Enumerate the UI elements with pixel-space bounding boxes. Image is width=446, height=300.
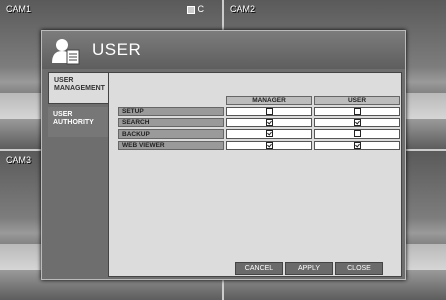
- search-user-checkbox-cell[interactable]: [314, 118, 400, 128]
- backup-manager-checkbox-cell[interactable]: [226, 129, 312, 139]
- cancel-button[interactable]: CANCEL: [235, 262, 283, 275]
- record-square-icon: [186, 5, 195, 14]
- user-icon: [52, 39, 80, 65]
- setup-manager-checkbox-cell[interactable]: [226, 107, 312, 117]
- column-header-user: USER: [314, 96, 400, 105]
- tab-user-management[interactable]: USER MANAGEMENT: [48, 72, 108, 104]
- camera-label: CAM1: [6, 4, 32, 14]
- row-label: SEARCH: [118, 118, 224, 128]
- search-manager-checkbox-cell[interactable]: [226, 118, 312, 128]
- checkbox[interactable]: [265, 119, 273, 127]
- authority-table: MANAGER USER SETUP SEARCH BACKUP WEB VIE…: [116, 94, 402, 152]
- setup-user-checkbox-cell[interactable]: [314, 107, 400, 117]
- camera-label: CAM3: [6, 155, 32, 165]
- table-corner: [118, 96, 224, 105]
- record-indicator: C: [186, 4, 205, 14]
- row-label: SETUP: [118, 107, 224, 117]
- dialog-title: USER: [92, 40, 142, 59]
- webviewer-manager-checkbox-cell[interactable]: [226, 140, 312, 150]
- table-row: WEB VIEWER: [118, 140, 400, 150]
- close-button[interactable]: CLOSE: [335, 262, 383, 275]
- camera-label: CAM2: [230, 4, 256, 14]
- row-label: BACKUP: [118, 129, 224, 139]
- row-label: WEB VIEWER: [118, 140, 224, 150]
- dialog-header: USER: [42, 31, 405, 69]
- checkbox[interactable]: [265, 141, 273, 149]
- checkbox[interactable]: [353, 119, 361, 127]
- checkbox[interactable]: [353, 130, 361, 138]
- table-row: BACKUP: [118, 129, 400, 139]
- checkbox[interactable]: [353, 108, 361, 115]
- webviewer-user-checkbox-cell[interactable]: [314, 140, 400, 150]
- apply-button[interactable]: APPLY: [285, 262, 333, 275]
- record-indicator-text: C: [197, 4, 205, 14]
- backup-user-checkbox-cell[interactable]: [314, 129, 400, 139]
- table-row: SETUP: [118, 107, 400, 117]
- checkbox[interactable]: [265, 108, 273, 115]
- tab-user-authority[interactable]: USER AUTHORITY: [48, 107, 108, 137]
- user-dialog: USER USER MANAGEMENT USER AUTHORITY MANA…: [41, 30, 406, 280]
- table-row: SEARCH: [118, 118, 400, 128]
- checkbox[interactable]: [265, 130, 273, 138]
- checkbox[interactable]: [353, 141, 361, 149]
- column-header-manager: MANAGER: [226, 96, 312, 105]
